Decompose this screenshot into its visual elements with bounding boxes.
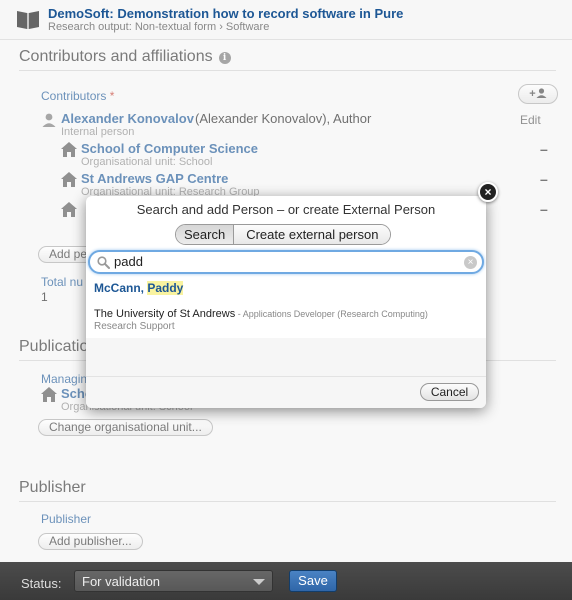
status-select-value: For validation [82, 574, 161, 589]
cancel-button[interactable]: Cancel [420, 383, 479, 401]
result-subunit: Research Support [94, 321, 175, 332]
search-result-affiliation[interactable]: The University of St Andrews - Applicati… [94, 308, 428, 320]
dialog-tabs: Search Create external person [175, 224, 392, 245]
result-role: - Applications Developer (Research Compu… [235, 309, 428, 319]
save-button[interactable]: Save [289, 570, 337, 592]
close-dialog-icon[interactable]: × [478, 182, 498, 202]
status-select[interactable]: For validation [74, 570, 273, 592]
search-input[interactable]: padd × [88, 250, 484, 274]
page-header: DemoSoft: Demonstration how to record so… [0, 0, 572, 40]
search-result-person[interactable]: McCann, Paddy [94, 281, 184, 295]
status-label: Status: [21, 576, 62, 591]
tab-create-external-person[interactable]: Create external person [234, 225, 391, 244]
chevron-down-icon [253, 579, 265, 585]
result-org: The University of St Andrews [94, 308, 236, 320]
clear-search-icon[interactable]: × [464, 256, 477, 269]
editor-page: DemoSoft: Demonstration how to record so… [0, 0, 572, 600]
tab-search[interactable]: Search [176, 225, 235, 244]
result-name-highlight: Paddy [147, 281, 184, 295]
dialog-title: Search and add Person – or create Extern… [136, 202, 436, 217]
search-person-dialog: Search and add Person – or create Extern… [86, 196, 486, 408]
search-icon [97, 256, 110, 269]
search-input-value: padd [114, 254, 143, 269]
page-title[interactable]: DemoSoft: Demonstration how to record so… [48, 6, 403, 21]
book-icon [17, 11, 39, 29]
dialog-footer-divider [86, 376, 486, 377]
status-footer: Status: For validation Save [0, 562, 572, 600]
result-name-prefix: McCann, [94, 281, 148, 295]
breadcrumb: Research output: Non-textual form › Soft… [48, 21, 270, 33]
